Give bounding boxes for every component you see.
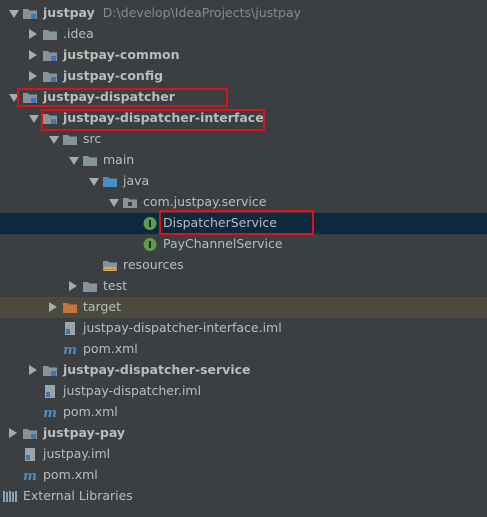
module-folder-icon <box>22 6 38 21</box>
maven-icon: m <box>42 405 58 421</box>
tree-row[interactable]: m pom.xml <box>0 465 487 486</box>
tree-row[interactable]: main <box>0 150 487 171</box>
tree-row-label: pom.xml <box>63 404 118 419</box>
expanded-arrow-icon[interactable] <box>109 199 119 207</box>
collapsed-arrow-icon[interactable] <box>49 302 57 312</box>
project-path: D:\develop\IdeaProjects\justpay <box>102 5 302 20</box>
folder-icon <box>82 279 98 294</box>
module-folder-icon <box>22 426 38 441</box>
interface-icon: I <box>142 216 158 231</box>
tree-row-label: justpay.iml <box>43 446 111 461</box>
tree-row[interactable]: m pom.xml <box>0 402 487 423</box>
maven-icon: m <box>62 342 78 358</box>
project-tree: justpay D:\develop\IdeaProjects\justpay .i… <box>0 0 487 517</box>
tree-row[interactable]: m pom.xml <box>0 339 487 360</box>
tree-row-label: target <box>83 299 122 314</box>
source-folder-icon <box>102 174 118 189</box>
tree-row[interactable]: justpay-config <box>0 66 487 87</box>
interface-icon: I <box>142 237 158 252</box>
module-folder-icon <box>42 69 58 84</box>
highlight-box-dispatcher-interface <box>41 109 265 131</box>
tree-row-label: pom.xml <box>83 341 138 356</box>
expanded-arrow-icon[interactable] <box>29 115 39 123</box>
tree-row-label: java <box>123 173 150 188</box>
expanded-arrow-icon[interactable] <box>49 136 59 144</box>
tree-row-label: justpay-pay <box>43 425 126 440</box>
tree-row[interactable]: resources <box>0 255 487 276</box>
folder-icon <box>42 27 58 42</box>
iml-file-icon <box>42 384 58 399</box>
collapsed-arrow-icon[interactable] <box>29 29 37 39</box>
tree-row[interactable]: test <box>0 276 487 297</box>
tree-row-label: src <box>83 131 102 146</box>
tree-row[interactable]: target <box>0 297 487 318</box>
tree-row-label: justpay-dispatcher-interface.iml <box>83 320 282 335</box>
tree-row-label: justpay-config <box>63 68 164 83</box>
tree-row-label: justpay-dispatcher.iml <box>63 383 202 398</box>
tree-row-label: resources <box>123 257 184 272</box>
folder-icon <box>62 132 78 147</box>
tree-row[interactable]: java <box>0 171 487 192</box>
tree-row[interactable]: justpay-pay <box>0 423 487 444</box>
svg-text:m: m <box>23 469 37 483</box>
folder-icon <box>82 153 98 168</box>
collapsed-arrow-icon[interactable] <box>29 50 37 60</box>
svg-text:I: I <box>148 219 152 230</box>
tree-row-label: .idea <box>63 26 94 41</box>
collapsed-arrow-icon[interactable] <box>9 428 17 438</box>
resources-folder-icon <box>102 258 118 273</box>
iml-file-icon <box>62 321 78 336</box>
svg-text:m: m <box>63 343 77 357</box>
tree-row[interactable]: External Libraries <box>0 486 487 507</box>
iml-file-icon <box>22 447 38 462</box>
highlight-box-dispatcher-service <box>159 210 314 235</box>
tree-row[interactable]: justpay-dispatcher-service <box>0 360 487 381</box>
tree-row-label: com.justpay.service <box>143 194 267 209</box>
tree-row-label: test <box>103 278 128 293</box>
maven-icon: m <box>22 468 38 484</box>
tree-row-label: justpay-dispatcher-service <box>63 362 251 377</box>
expanded-arrow-icon[interactable] <box>89 178 99 186</box>
tree-row[interactable]: justpay D:\develop\IdeaProjects\justpay <box>0 3 487 24</box>
tree-row-label: main <box>103 152 135 167</box>
expanded-arrow-icon[interactable] <box>69 157 79 165</box>
module-folder-icon <box>42 48 58 63</box>
tree-row-label: PayChannelService <box>163 236 283 251</box>
collapsed-arrow-icon[interactable] <box>29 365 37 375</box>
tree-row[interactable]: justpay-dispatcher.iml <box>0 381 487 402</box>
excluded-folder-icon <box>62 300 78 315</box>
libraries-icon <box>2 489 18 504</box>
package-icon <box>122 195 138 210</box>
svg-text:I: I <box>148 240 152 251</box>
tree-row-label: External Libraries <box>23 488 133 503</box>
svg-text:m: m <box>43 406 57 420</box>
tree-row-label: justpay D:\develop\IdeaProjects\justpay <box>43 5 302 20</box>
tree-row[interactable]: justpay.iml <box>0 444 487 465</box>
tree-row[interactable]: .idea <box>0 24 487 45</box>
highlight-box-dispatcher <box>17 88 228 107</box>
collapsed-arrow-icon[interactable] <box>29 71 37 81</box>
collapsed-arrow-icon[interactable] <box>69 281 77 291</box>
tree-row[interactable]: justpay-dispatcher-interface.iml <box>0 318 487 339</box>
tree-row[interactable]: src <box>0 129 487 150</box>
tree-row[interactable]: I PayChannelService <box>0 234 487 255</box>
tree-row-label: justpay-common <box>63 47 180 62</box>
expanded-arrow-icon[interactable] <box>9 10 19 18</box>
tree-row-label: pom.xml <box>43 467 98 482</box>
module-folder-icon <box>42 363 58 378</box>
tree-row[interactable]: justpay-common <box>0 45 487 66</box>
